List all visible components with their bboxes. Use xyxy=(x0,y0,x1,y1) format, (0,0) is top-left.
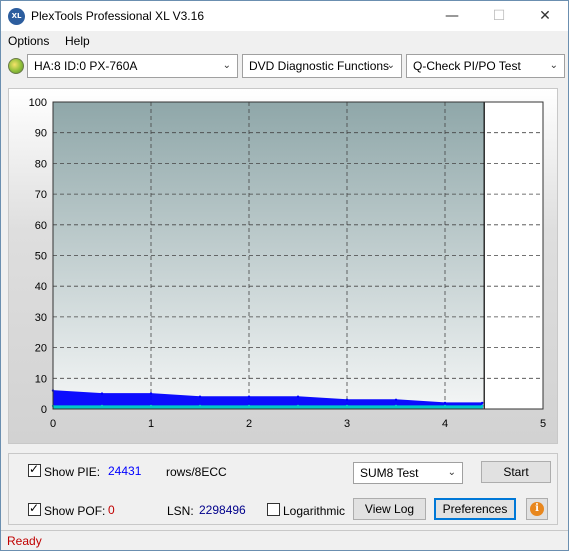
y-tick-label: 60 xyxy=(35,220,47,232)
chevron-down-icon: ⌄ xyxy=(386,60,395,71)
logarithmic-checkbox[interactable] xyxy=(267,503,280,516)
y-tick-label: 80 xyxy=(35,158,47,170)
plextools-app-icon: XL xyxy=(8,8,25,25)
y-tick-label: 10 xyxy=(35,373,47,385)
menu-options[interactable]: Options xyxy=(8,34,49,48)
data-point xyxy=(481,404,484,408)
drive-select[interactable]: HA:8 ID:0 PX-760A ⌄ xyxy=(27,54,238,78)
pie-value: 24431 xyxy=(108,464,142,478)
x-tick-label: 5 xyxy=(540,418,546,430)
controls-panel: Show PIE: 24431 rows/8ECC Show POF: 0 LS… xyxy=(8,453,558,525)
unscanned-area xyxy=(484,102,543,409)
show-pof-label: Show POF: xyxy=(44,504,106,518)
app-window: XL PlexTools Professional XL V3.16 — ☐ ✕… xyxy=(0,0,569,551)
y-tick-label: 20 xyxy=(35,343,47,355)
data-point xyxy=(247,395,251,398)
minimize-button[interactable]: — xyxy=(429,1,475,31)
pi-po-chart: 0 10 20 30 40 50 60 70 80 90 100 0 1 2 3 4 5 xyxy=(29,97,546,430)
data-point xyxy=(100,392,104,395)
chevron-down-icon: ⌄ xyxy=(222,60,231,71)
data-point xyxy=(443,404,447,408)
title-bar[interactable]: XL PlexTools Professional XL V3.16 — ☐ ✕ xyxy=(1,1,568,31)
window-title: PlexTools Professional XL V3.16 xyxy=(31,9,204,23)
menu-help[interactable]: Help xyxy=(65,34,90,48)
drive-select-value: HA:8 ID:0 PX-760A xyxy=(34,59,138,73)
chart-panel: 0 10 20 30 40 50 60 70 80 90 100 0 1 2 3 4 5 xyxy=(8,88,558,444)
data-point xyxy=(345,404,349,408)
show-pie-checkbox[interactable] xyxy=(28,462,41,477)
sum8-select[interactable]: SUM8 Test ⌄ xyxy=(353,462,463,484)
y-tick-label: 0 xyxy=(41,404,47,416)
test-select-value: Q-Check PI/PO Test xyxy=(413,59,521,73)
data-point xyxy=(481,401,484,405)
test-select[interactable]: Q-Check PI/PO Test ⌄ xyxy=(406,54,565,78)
status-text: Ready xyxy=(7,534,42,548)
view-log-button[interactable]: View Log xyxy=(353,498,426,520)
x-tick-label: 0 xyxy=(50,418,56,430)
data-point xyxy=(149,404,153,408)
start-button[interactable]: Start xyxy=(481,461,551,483)
lsn-label: LSN: xyxy=(167,504,194,518)
data-point xyxy=(443,401,447,405)
rows-label: rows/8ECC xyxy=(166,465,227,479)
data-point xyxy=(394,404,398,408)
x-tick-label: 4 xyxy=(442,418,448,430)
close-button[interactable]: ✕ xyxy=(522,1,568,31)
chevron-down-icon: ⌄ xyxy=(447,467,456,478)
y-tick-label: 40 xyxy=(35,281,47,293)
chevron-down-icon: ⌄ xyxy=(549,60,558,71)
x-tick-label: 2 xyxy=(246,418,252,430)
y-tick-label: 90 xyxy=(35,128,47,140)
y-tick-label: 70 xyxy=(35,189,47,201)
x-tick-label: 3 xyxy=(344,418,350,430)
status-bar: Ready xyxy=(1,530,568,550)
pof-value: 0 xyxy=(108,503,115,517)
show-pie-label: Show PIE: xyxy=(44,465,101,479)
function-select-value: DVD Diagnostic Functions xyxy=(249,59,390,73)
y-tick-label: 50 xyxy=(35,251,47,263)
data-point xyxy=(394,398,398,401)
logarithmic-label: Logarithmic xyxy=(283,504,346,518)
y-tick-label: 100 xyxy=(29,97,47,109)
data-point xyxy=(198,404,202,408)
x-tick-label: 1 xyxy=(148,418,154,430)
info-button[interactable]: i xyxy=(526,498,548,520)
data-point xyxy=(149,392,153,395)
info-icon: i xyxy=(530,502,544,516)
y-tick-label: 30 xyxy=(35,312,47,324)
data-point xyxy=(296,404,300,408)
function-select[interactable]: DVD Diagnostic Functions ⌄ xyxy=(242,54,402,78)
lsn-value: 2298496 xyxy=(199,503,246,517)
data-point xyxy=(247,404,251,408)
data-point xyxy=(198,395,202,398)
maximize-button: ☐ xyxy=(492,8,506,24)
drive-disc-icon xyxy=(8,58,24,74)
menu-bar: Options Help xyxy=(1,31,568,51)
data-point xyxy=(296,395,300,398)
preferences-button[interactable]: Preferences xyxy=(434,498,516,520)
data-point xyxy=(100,404,104,408)
sum8-select-value: SUM8 Test xyxy=(360,466,419,480)
toolbar: HA:8 ID:0 PX-760A ⌄ DVD Diagnostic Funct… xyxy=(1,53,568,79)
show-pof-checkbox[interactable] xyxy=(28,501,41,516)
data-point xyxy=(345,398,349,401)
